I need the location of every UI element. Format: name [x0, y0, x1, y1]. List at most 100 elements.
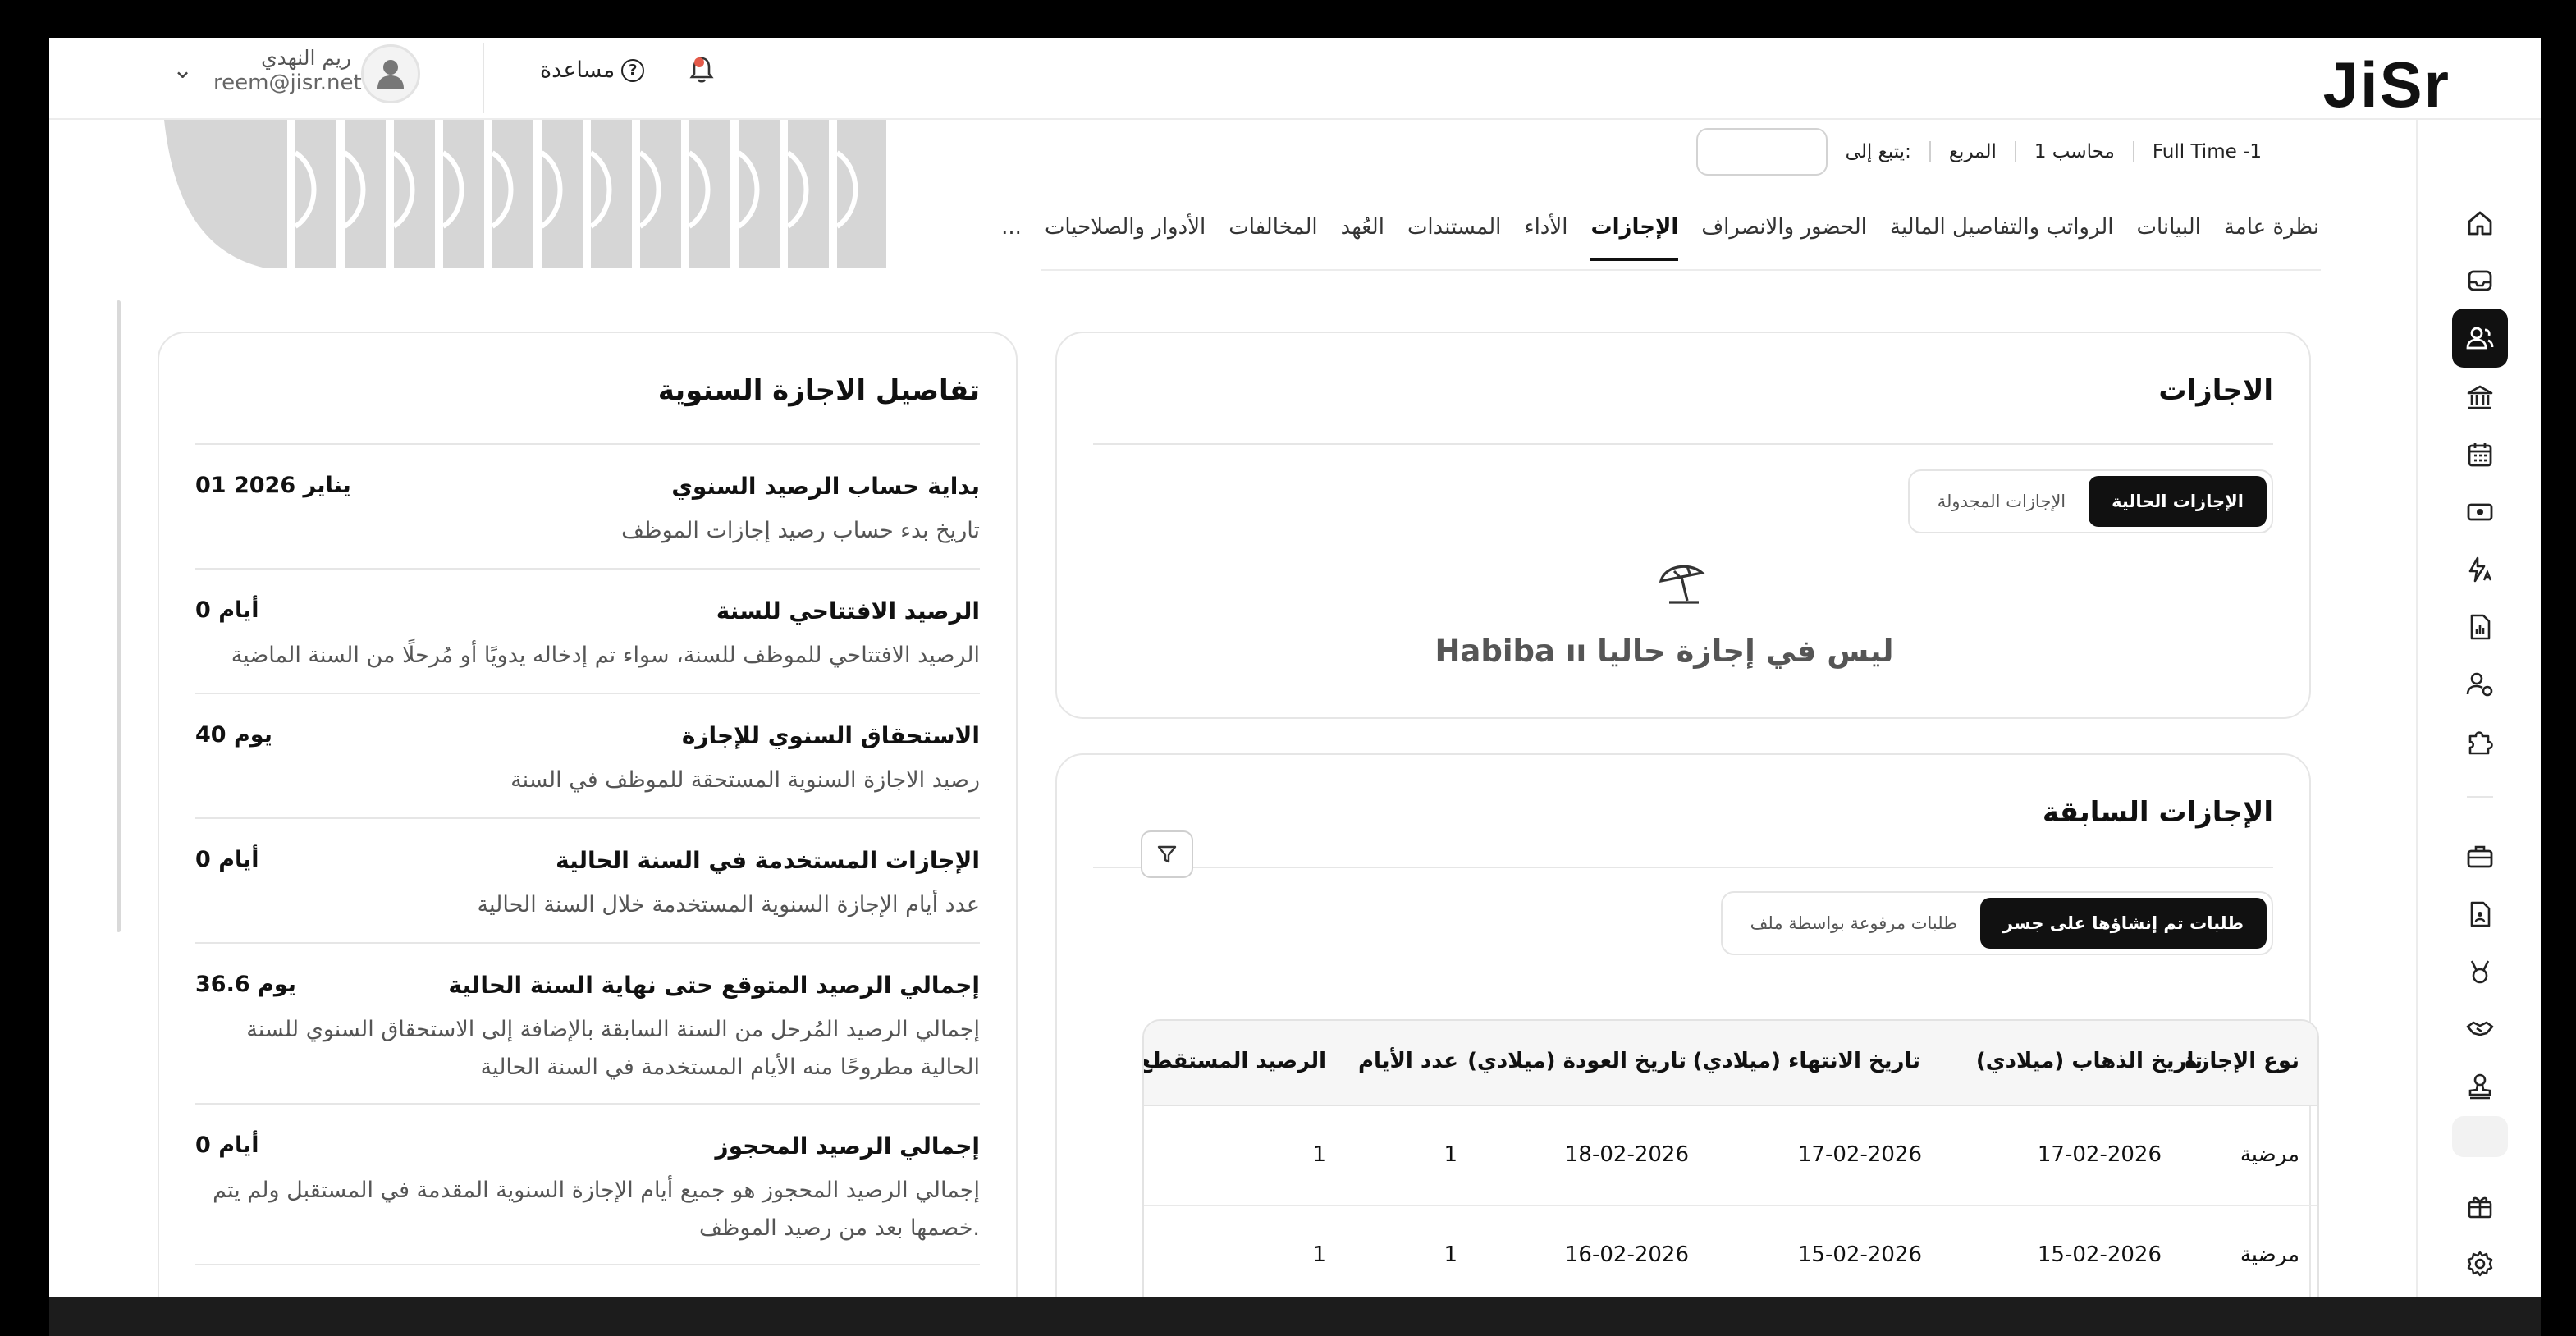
- cell-leave-type: مرضية: [2240, 1242, 2299, 1267]
- user-email: reem@jisr.net: [213, 71, 362, 95]
- employment-type: Full Time -1: [2152, 141, 2262, 162]
- chevron-down-icon[interactable]: ⌄: [172, 56, 193, 85]
- tab-jisr-requests[interactable]: طلبات تم إنشاؤها على جسر: [1979, 898, 2267, 949]
- detail-balance-start: بداية حساب الرصيد السنوي 01 يناير 2026 ت…: [195, 473, 980, 570]
- main-sidebar: [2416, 120, 2541, 1297]
- app-window: JiSr ⌄ ريم النهدي reem@jisr.net ? مساعدة: [49, 38, 2541, 1297]
- filter-button[interactable]: [1141, 830, 1193, 878]
- tab-overview[interactable]: نظرة عامة: [2224, 215, 2319, 261]
- detail-reserved-balance: إجمالي الرصيد المحجوز 0 أيام إجمالي الرص…: [195, 1132, 980, 1265]
- detail-label: الإجازات المستخدمة في السنة الحالية: [556, 847, 980, 874]
- report-icon[interactable]: [2452, 602, 2508, 652]
- detail-label: الرصيد الافتتاحي للسنة: [716, 597, 980, 625]
- current-leaves-toggle: الإجازات الحالية الإجازات المجدولة: [1907, 469, 2273, 533]
- detail-label: الاستحقاق السنوي للإجازة: [681, 722, 980, 749]
- tab-assets[interactable]: العُهد: [1341, 215, 1384, 261]
- col-end-date[interactable]: تاريخ الانتهاء (ميلادي): [1693, 1049, 1920, 1073]
- avatar[interactable]: [361, 44, 420, 103]
- bank-icon[interactable]: [2452, 373, 2508, 422]
- cell-return-date: 18-02-2026: [1564, 1142, 1689, 1167]
- briefcase-icon[interactable]: [2452, 832, 2508, 881]
- col-return-date[interactable]: تاريخ العودة (ميلادي): [1467, 1049, 1686, 1073]
- meta-divider: [1929, 141, 1931, 162]
- detail-label: إجمالي الرصيد المحجوز: [715, 1132, 980, 1160]
- no-current-leave-message: Habiba ıı ليس في إجازة حاليا: [1434, 634, 1894, 669]
- calendar-icon[interactable]: [2452, 430, 2508, 479]
- document-icon[interactable]: [2452, 890, 2508, 939]
- past-leaves-table: نوع الإجازة تاريخ الذهاب (ميلادي) تاريخ …: [1142, 1019, 2319, 1297]
- gift-icon[interactable]: [2452, 1182, 2508, 1231]
- tab-leaves[interactable]: الإجازات: [1590, 215, 1679, 261]
- follows-field[interactable]: [1695, 128, 1828, 176]
- trophy-icon[interactable]: [2452, 947, 2508, 996]
- cell-start-date: 17-02-2026: [2037, 1142, 2162, 1167]
- table-row[interactable]: مرضية 15-02-2026 15-02-2026 16-02-2026 1…: [1144, 1206, 2317, 1297]
- handshake-icon[interactable]: [2452, 1004, 2508, 1054]
- tab-documents[interactable]: المستندات: [1407, 215, 1501, 261]
- tab-performance[interactable]: الأداء: [1524, 215, 1567, 261]
- card-title: الإجازات السابقة: [2042, 796, 2273, 829]
- tab-file-requests[interactable]: طلبات مرفوعة بواسطة ملف: [1727, 898, 1980, 949]
- settings-icon[interactable]: [2452, 1239, 2508, 1288]
- table-row[interactable]: مرضية 17-02-2026 17-02-2026 18-02-2026 1…: [1144, 1106, 2317, 1206]
- help-button[interactable]: ? مساعدة: [540, 57, 645, 83]
- help-icon: ?: [621, 58, 645, 82]
- flash-icon[interactable]: [2452, 545, 2508, 594]
- detail-description: إجمالي الرصيد المُرحل من السنة السابقة ب…: [246, 1017, 980, 1080]
- puzzle-icon[interactable]: [2452, 717, 2508, 766]
- col-days[interactable]: عدد الأيام: [1358, 1049, 1458, 1073]
- detail-annual-entitlement: الاستحقاق السنوي للإجازة 40 يوم رصيد الا…: [195, 722, 980, 819]
- cell-leave-type: مرضية: [2240, 1142, 2299, 1167]
- page-scrollbar[interactable]: [117, 300, 121, 932]
- detail-value: 0 أيام: [195, 597, 259, 623]
- employees-icon[interactable]: [2452, 309, 2508, 368]
- detail-value: 36.6 يوم: [195, 972, 296, 997]
- cell-days: 1: [1444, 1142, 1457, 1167]
- card-title: تفاصيل الاجازة السنوية: [657, 374, 980, 407]
- notification-dot: [694, 57, 704, 67]
- header-pattern: [164, 120, 886, 268]
- detail-expected-balance: إجمالي الرصيد المتوقع حتى نهاية السنة ال…: [195, 972, 980, 1105]
- detail-value: 0 أيام: [195, 1132, 259, 1158]
- detail-label: إجمالي الرصيد المتوقع حتى نهاية السنة ال…: [448, 972, 980, 999]
- past-leaves-toggle: طلبات تم إنشاؤها على جسر طلبات مرفوعة بو…: [1720, 891, 2273, 955]
- detail-description: إجمالي الرصيد المحجوز هو جميع أيام الإجا…: [213, 1178, 980, 1241]
- current-leaves-card: الاجازات الإجازات الحالية الإجازات المجد…: [1055, 332, 2311, 719]
- tab-current-leaves[interactable]: الإجازات الحالية: [2089, 476, 2267, 527]
- tab-violations[interactable]: المخالفات: [1229, 215, 1317, 261]
- detail-value: 01 يناير 2026: [195, 473, 351, 498]
- annual-leave-details-card: تفاصيل الاجازة السنوية بداية حساب الرصيد…: [158, 332, 1018, 1297]
- user-settings-icon[interactable]: [2452, 660, 2508, 709]
- employee-meta: Full Time -1 محاسب 1 المربع يتبع إلى:: [1695, 128, 2262, 176]
- tab-data[interactable]: البيانات: [2136, 215, 2200, 261]
- tab-payroll[interactable]: الرواتب والتفاصيل المالية: [1890, 215, 2114, 261]
- location: المربع: [1948, 141, 1997, 162]
- tab-attendance[interactable]: الحضور والانصراف: [1701, 215, 1867, 261]
- sidebar-divider: [2467, 796, 2493, 798]
- stamp-icon[interactable]: [2452, 1062, 2508, 1111]
- card-divider: [195, 443, 980, 445]
- meta-divider: [2132, 141, 2134, 162]
- col-deducted-balance[interactable]: الرصيد المستقطع: [1144, 1049, 1326, 1073]
- detail-description: عدد أيام الإجازة السنوية المستخدمة خلال …: [477, 892, 980, 917]
- home-icon[interactable]: [2452, 199, 2508, 248]
- cell-end-date: 17-02-2026: [1797, 1142, 1922, 1167]
- col-start-date[interactable]: تاريخ الذهاب (ميلادي): [1976, 1049, 2203, 1073]
- cell-return-date: 16-02-2026: [1564, 1242, 1689, 1267]
- beach-umbrella-icon: [1656, 560, 1709, 609]
- window-bottom-edge: [49, 1297, 2541, 1336]
- detail-value: 40 يوم: [195, 722, 272, 748]
- jisr-logo[interactable]: JiSr: [2323, 48, 2450, 122]
- cell-end-date: 15-02-2026: [1797, 1242, 1922, 1267]
- detail-description: رصيد الاجازة السنوية المستحقة للموظف في …: [510, 767, 980, 793]
- tab-roles[interactable]: الأدوار والصلاحيات: [1045, 215, 1206, 261]
- inbox-icon[interactable]: [2452, 256, 2508, 305]
- job-title: محاسب 1: [2034, 141, 2115, 162]
- tab-scheduled-leaves[interactable]: الإجازات المجدولة: [1915, 476, 2089, 527]
- tab-more[interactable]: ...: [1001, 215, 1022, 261]
- card-divider: [1093, 443, 2273, 445]
- tabs-divider: [1041, 269, 2321, 271]
- header-divider: [483, 43, 484, 113]
- money-icon[interactable]: [2452, 487, 2508, 537]
- cell-days: 1: [1444, 1242, 1457, 1267]
